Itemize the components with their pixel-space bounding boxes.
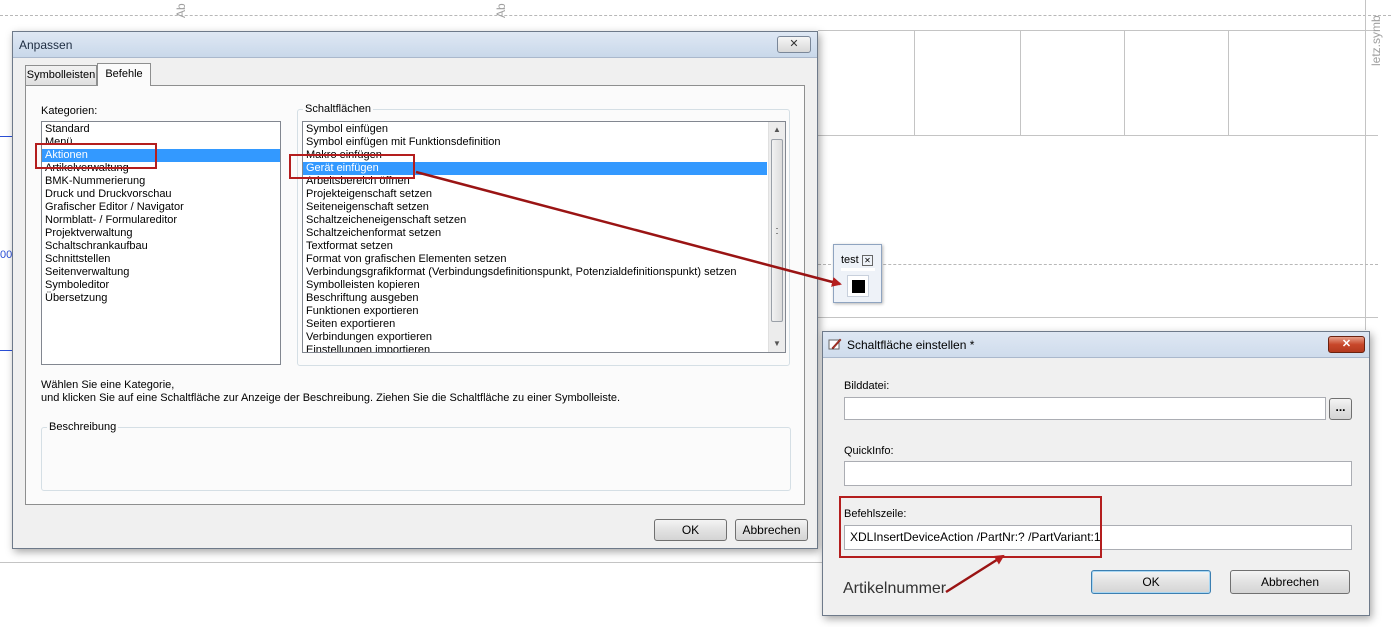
annotation-arrows xyxy=(415,170,1005,594)
tab-befehle[interactable]: Befehle xyxy=(97,63,151,86)
article-number-arrow-icon xyxy=(945,554,1005,594)
drag-arrow-icon xyxy=(415,170,842,287)
tab-label: Befehle xyxy=(105,68,143,80)
